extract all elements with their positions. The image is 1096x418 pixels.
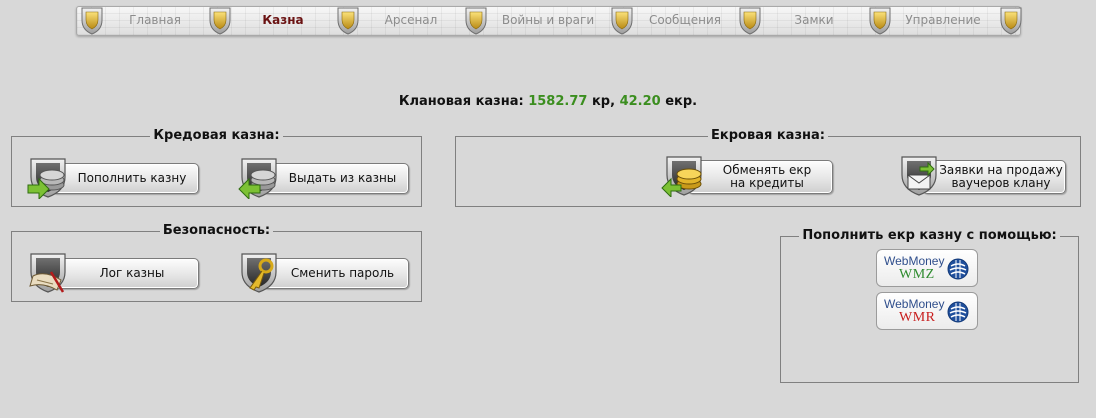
scroll-log-icon [29, 253, 66, 293]
key-lock-icon [241, 253, 277, 293]
credits-unit: кр, [591, 94, 616, 109]
treasury-log-button[interactable]: Лог казны [25, 253, 199, 293]
tab-treasury-label: Казна [262, 13, 304, 27]
withdraw-button[interactable]: Выдать из казны [236, 158, 409, 199]
envelope-voucher-icon [901, 156, 937, 196]
tab-wars[interactable]: Войны и враги [463, 7, 609, 35]
coins-arrow-in-icon [27, 158, 66, 199]
castle-shield-icon [739, 7, 761, 35]
tab-arsenal[interactable]: Арсенал [335, 7, 463, 35]
change-password-button[interactable]: Сменить пароль [236, 253, 409, 293]
wmz-code: WMZ [899, 267, 935, 282]
coins-exchange-icon [661, 156, 702, 197]
tab-castles[interactable]: Замки [737, 7, 867, 35]
change-password-button-label: Сменить пароль [262, 258, 409, 289]
deposit-button-label: Пополнить казну [51, 163, 199, 194]
tab-arsenal-label: Арсенал [384, 13, 438, 27]
ekr-unit: екр. [665, 94, 698, 109]
swords-shield-icon [465, 7, 487, 35]
security-panel: Безопасность: Лог казны Сменить пароль [11, 223, 422, 302]
withdraw-button-label: Выдать из казны [262, 163, 409, 194]
webmoney-globe-icon [947, 258, 969, 280]
deposit-button[interactable]: Пополнить казну [25, 158, 199, 199]
tab-messages-label: Сообщения [648, 13, 721, 27]
credit-treasury-panel: Кредовая казна: Пополнить казну Выдать и… [11, 128, 422, 207]
webmoney-globe-icon [947, 301, 969, 323]
ekr-treasury-panel: Екровая казна: Обменять екр на кредиты З… [455, 128, 1081, 207]
end-shield-icon [1000, 7, 1022, 35]
voucher-requests-button[interactable]: Заявки на продажу ваучеров клану [896, 156, 1066, 197]
wmr-code: WMR [899, 310, 936, 325]
treasury-shield-icon [209, 7, 231, 35]
tab-management-label: Управление [905, 13, 981, 27]
exchange-ekr-button[interactable]: Обменять екр на кредиты [661, 156, 833, 197]
ekr-amount: 42.20 [619, 94, 661, 109]
webmoney-wmr-button[interactable]: WebMoney WMR [876, 292, 978, 330]
treasury-log-button-label: Лог казны [51, 258, 199, 289]
voucher-requests-button-label: Заявки на продажу ваучеров клану [922, 160, 1066, 194]
treasury-summary: Клановая казна: 1582.77 кр, 42.20 екр. [0, 94, 1096, 109]
tab-castles-label: Замки [794, 13, 834, 27]
tab-wars-label: Войны и враги [501, 13, 595, 27]
tab-treasury[interactable]: Казна [207, 7, 335, 35]
summary-prefix: Клановая казна: [398, 94, 524, 109]
tab-home[interactable]: Главная [79, 7, 207, 35]
webmoney-wmz-button[interactable]: WebMoney WMZ [876, 249, 978, 287]
exchange-ekr-button-label: Обменять екр на кредиты [687, 160, 833, 194]
credits-amount: 1582.77 [528, 94, 588, 109]
crown-shield-icon [869, 7, 891, 35]
tab-management[interactable]: Управление [867, 7, 995, 35]
security-legend: Безопасность: [159, 223, 274, 238]
envelope-shield-icon [611, 7, 633, 35]
topup-panel: Пополнить екр казну с помощью: WebMoney … [780, 228, 1079, 383]
coins-arrow-out-icon [238, 158, 277, 199]
tab-messages[interactable]: Сообщения [609, 7, 737, 35]
tab-home-label: Главная [129, 13, 181, 27]
credit-treasury-legend: Кредовая казна: [150, 128, 283, 143]
ekr-treasury-legend: Екровая казна: [708, 128, 828, 143]
topup-legend: Пополнить екр казну с помощью: [799, 228, 1060, 243]
home-shield-icon [81, 7, 103, 35]
wmr-brand: WebMoney [884, 297, 945, 311]
arsenal-shield-icon [337, 7, 359, 35]
main-navbar: Главная Казна Арсенал Войны и враги Сооб… [76, 6, 1022, 36]
wmz-brand: WebMoney [884, 254, 945, 268]
